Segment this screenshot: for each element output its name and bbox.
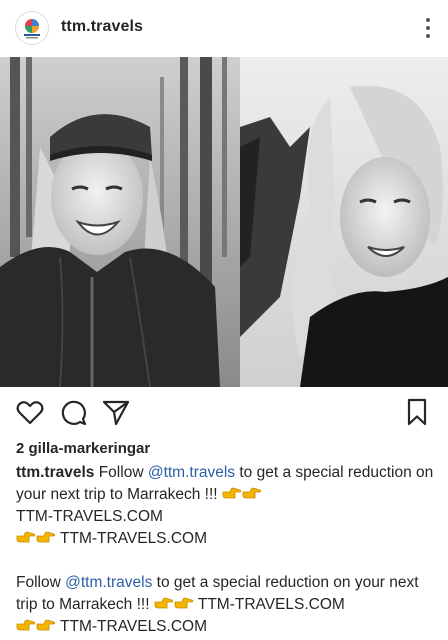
caption-text: Follow (16, 574, 66, 591)
post-caption: ttm.travels Follow @ttm.travels to get a… (16, 462, 434, 638)
pointing-right-emoji-icon (174, 596, 194, 610)
caption-link: TTM-TRAVELS.COM (60, 618, 207, 635)
header-username[interactable]: ttm.travels (61, 18, 143, 36)
caption-mention[interactable]: @ttm.travels (148, 464, 235, 481)
caption-link: TTM-TRAVELS.COM (16, 508, 163, 525)
pointing-right-emoji-icon (16, 530, 36, 544)
pointing-right-emoji-icon (242, 486, 262, 500)
action-bar (0, 395, 448, 431)
pointing-right-emoji-icon (36, 530, 56, 544)
post-image[interactable] (0, 57, 448, 387)
photo-right (240, 57, 448, 387)
send-icon[interactable] (101, 397, 131, 427)
comment-icon[interactable] (58, 397, 88, 427)
likes-count[interactable]: 2 gilla-markeringar (16, 440, 150, 457)
avatar-logo (18, 14, 46, 42)
pointing-right-emoji-icon (154, 596, 174, 610)
photo-left (0, 57, 240, 387)
pointing-right-emoji-icon (222, 486, 242, 500)
more-options-icon[interactable] (424, 16, 432, 40)
pointing-right-emoji-icon (16, 618, 36, 632)
caption-text: Follow (98, 464, 148, 481)
heart-icon[interactable] (15, 397, 45, 427)
bookmark-icon[interactable] (402, 397, 432, 427)
post-header: ttm.travels (0, 0, 448, 56)
avatar[interactable] (15, 11, 49, 45)
caption-username[interactable]: ttm.travels (16, 464, 94, 481)
caption-link: TTM-TRAVELS.COM (60, 530, 207, 547)
pointing-right-emoji-icon (36, 618, 56, 632)
caption-mention[interactable]: @ttm.travels (65, 574, 152, 591)
caption-link: TTM-TRAVELS.COM (197, 596, 345, 613)
